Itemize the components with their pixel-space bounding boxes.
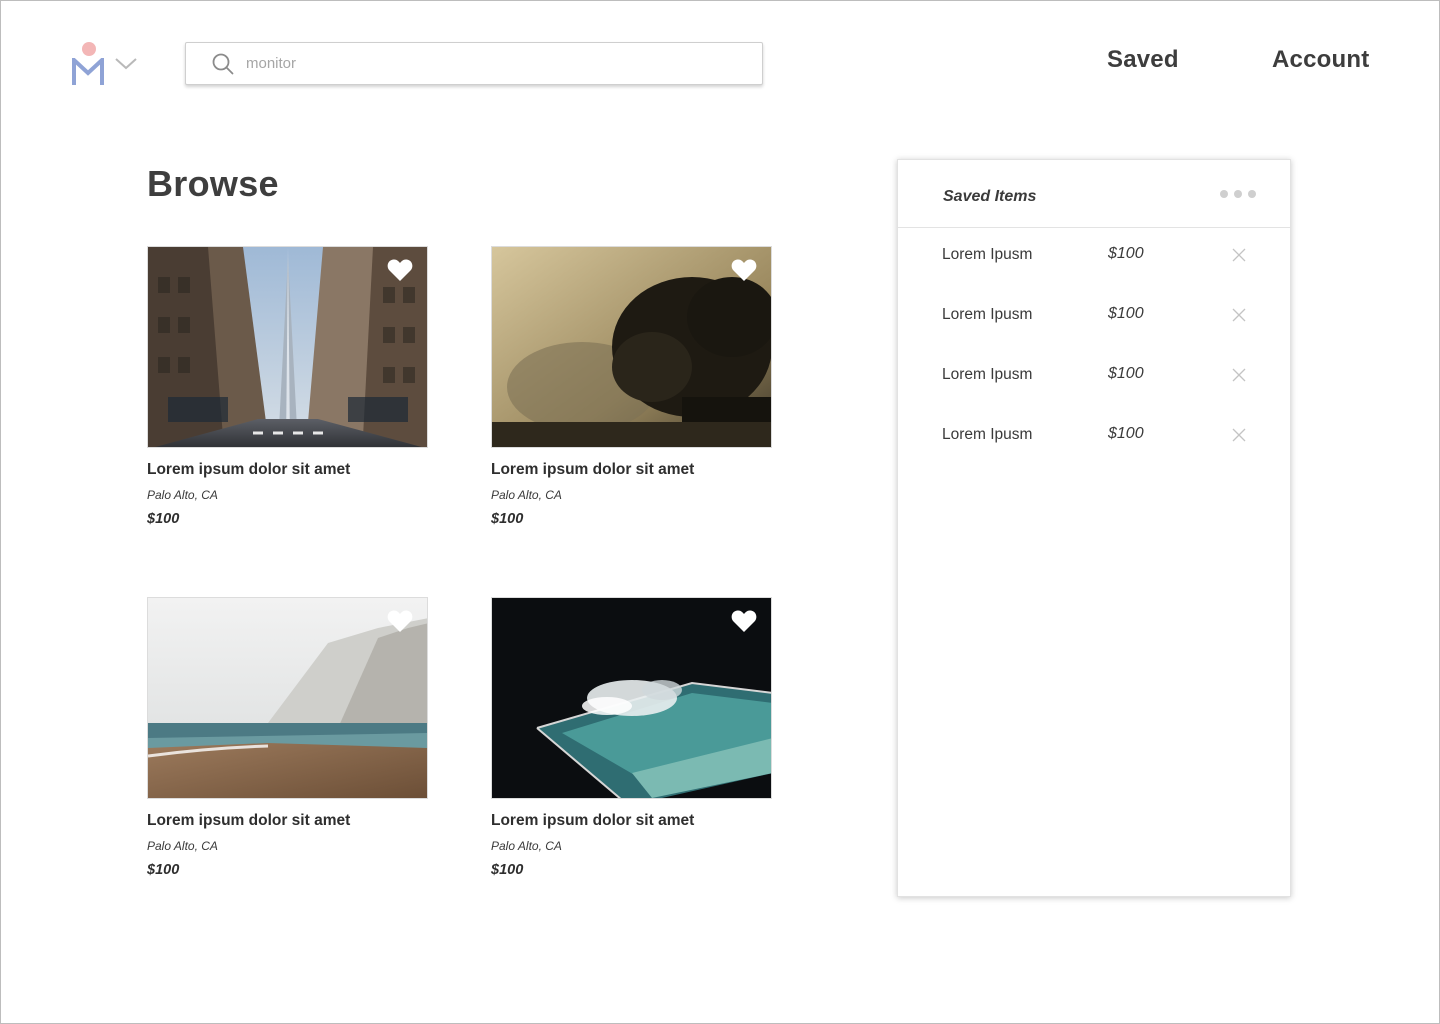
- saved-item-row[interactable]: Lorem Ipusm $100: [898, 360, 1290, 390]
- saved-items-panel: Saved Items Lorem Ipusm $100 Lorem Ipusm…: [897, 159, 1291, 897]
- close-icon[interactable]: [1232, 428, 1246, 442]
- heart-icon[interactable]: [731, 258, 757, 282]
- saved-panel-title: Saved Items: [943, 188, 1037, 205]
- saved-item-row[interactable]: Lorem Ipusm $100: [898, 300, 1290, 330]
- product-location: Palo Alto, CA: [147, 488, 218, 502]
- close-icon[interactable]: [1232, 308, 1246, 322]
- saved-panel-header: Saved Items: [898, 160, 1290, 228]
- product-location: Palo Alto, CA: [491, 488, 562, 502]
- saved-item-row[interactable]: Lorem Ipusm $100: [898, 240, 1290, 270]
- search-bar[interactable]: [185, 42, 763, 85]
- product-title[interactable]: Lorem ipsum dolor sit amet: [147, 812, 428, 830]
- more-dots-icon[interactable]: [1220, 190, 1256, 198]
- heart-icon[interactable]: [387, 609, 413, 633]
- product-card[interactable]: Lorem ipsum dolor sit amet Palo Alto, CA…: [147, 597, 428, 878]
- product-location: Palo Alto, CA: [491, 839, 562, 853]
- page-title: Browse: [147, 163, 279, 204]
- search-icon: [212, 53, 234, 75]
- saved-item-price: $100: [1108, 245, 1144, 262]
- logo-dot: [82, 42, 96, 56]
- logo-mark[interactable]: [72, 40, 108, 88]
- product-price: $100: [491, 862, 524, 878]
- heart-icon[interactable]: [387, 258, 413, 282]
- close-icon[interactable]: [1232, 368, 1246, 382]
- nav-saved-link[interactable]: Saved: [1107, 46, 1179, 74]
- saved-item-name: Lorem Ipusm: [942, 306, 1033, 323]
- product-title[interactable]: Lorem ipsum dolor sit amet: [491, 461, 772, 479]
- product-card[interactable]: Lorem ipsum dolor sit amet Palo Alto, CA…: [491, 246, 772, 527]
- product-price: $100: [491, 511, 524, 527]
- saved-item-price: $100: [1108, 305, 1144, 322]
- product-image-ocean-pool[interactable]: [491, 597, 772, 799]
- saved-item-price: $100: [1108, 365, 1144, 382]
- product-price: $100: [147, 511, 180, 527]
- saved-item-name: Lorem Ipusm: [942, 366, 1033, 383]
- saved-item-price: $100: [1108, 425, 1144, 442]
- nav-account-link[interactable]: Account: [1272, 46, 1369, 74]
- product-card[interactable]: Lorem ipsum dolor sit amet Palo Alto, CA…: [491, 597, 772, 878]
- chevron-down-icon[interactable]: [114, 56, 138, 72]
- product-card[interactable]: Lorem ipsum dolor sit amet Palo Alto, CA…: [147, 246, 428, 527]
- saved-item-name: Lorem Ipusm: [942, 246, 1033, 263]
- saved-item-name: Lorem Ipusm: [942, 426, 1033, 443]
- product-image-city[interactable]: [147, 246, 428, 448]
- product-image-beach-cliffs[interactable]: [147, 597, 428, 799]
- product-location: Palo Alto, CA: [147, 839, 218, 853]
- product-image-foggy-tree[interactable]: [491, 246, 772, 448]
- product-price: $100: [147, 862, 180, 878]
- product-title[interactable]: Lorem ipsum dolor sit amet: [147, 461, 428, 479]
- logo-m-letter: [72, 58, 104, 85]
- close-icon[interactable]: [1232, 248, 1246, 262]
- search-input[interactable]: [246, 43, 746, 84]
- saved-item-row[interactable]: Lorem Ipusm $100: [898, 420, 1290, 450]
- heart-icon[interactable]: [731, 609, 757, 633]
- product-title[interactable]: Lorem ipsum dolor sit amet: [491, 812, 772, 830]
